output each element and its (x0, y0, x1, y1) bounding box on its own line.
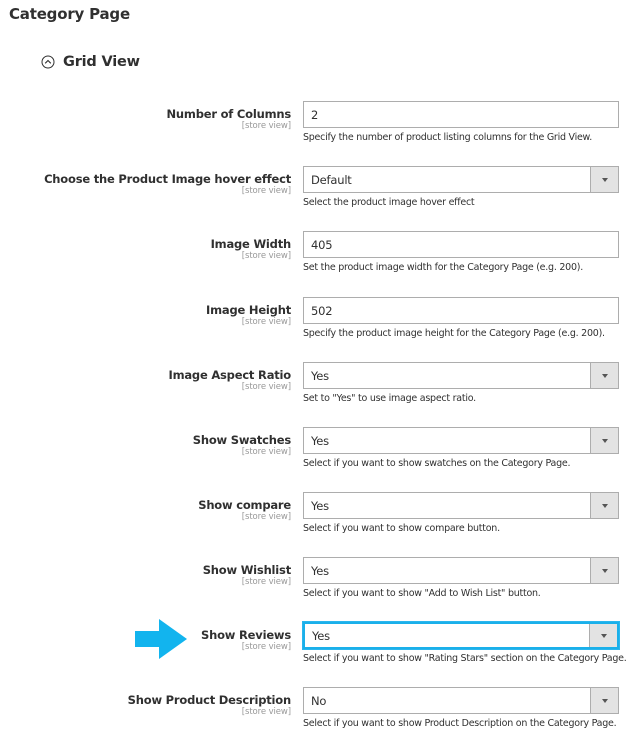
field-label: Image Width (210, 237, 292, 251)
field-label: Show compare (198, 498, 291, 512)
field-note: Select if you want to show "Add to Wish … (303, 588, 541, 599)
image-height-input[interactable]: 502 (303, 297, 619, 324)
show-compare-select[interactable]: Yes (303, 492, 619, 519)
scope-label: [store view] (241, 121, 291, 131)
field-row-number-of-columns: Number of Columns [store view] 2 Specify… (0, 101, 633, 167)
select-value: Yes (311, 498, 329, 513)
show-swatches-select[interactable]: Yes (303, 427, 619, 454)
field-label: Number of Columns (166, 107, 292, 121)
collapse-circle-up-icon (41, 55, 55, 69)
field-note: Select if you want to show swatches on t… (303, 458, 571, 469)
field-row-show-wishlist: Show Wishlist [store view] Yes Select if… (0, 557, 633, 623)
scope-label: [store view] (241, 447, 291, 457)
scope-label: [store view] (241, 512, 291, 522)
section-toggle-grid-view[interactable]: Grid View (41, 54, 140, 70)
show-product-description-select[interactable]: No (303, 687, 619, 714)
input-value: 502 (311, 303, 333, 318)
scope-label: [store view] (241, 577, 291, 587)
scope-label: [store view] (241, 317, 291, 327)
image-hover-effect-select[interactable]: Default (303, 166, 619, 193)
show-reviews-select[interactable]: Yes (303, 622, 619, 649)
field-row-show-product-description: Show Product Description [store view] No… (0, 687, 633, 753)
select-value: No (311, 693, 327, 708)
field-row-show-reviews: Show Reviews [store view] Yes Select if … (0, 622, 633, 688)
field-label: Image Aspect Ratio (168, 368, 291, 382)
chevron-down-icon[interactable] (589, 624, 617, 647)
chevron-down-icon[interactable] (590, 428, 618, 453)
field-label: Image Height (206, 303, 291, 317)
select-value: Yes (311, 563, 329, 578)
image-width-input[interactable]: 405 (303, 231, 619, 258)
image-aspect-ratio-select[interactable]: Yes (303, 362, 619, 389)
field-row-image-width: Image Width [store view] 405 Set the pro… (0, 231, 633, 297)
field-label: Choose the Product Image hover effect (44, 172, 291, 186)
pointer-arrow-icon (135, 619, 187, 659)
field-row-show-compare: Show compare [store view] Yes Select if … (0, 492, 633, 558)
number-of-columns-input[interactable]: 2 (303, 101, 619, 128)
field-row-show-swatches: Show Swatches [store view] Yes Select if… (0, 427, 633, 493)
select-value: Yes (311, 368, 329, 383)
field-note: Select if you want to show compare butto… (303, 523, 500, 534)
select-value: Yes (312, 628, 330, 643)
field-label: Show Wishlist (202, 563, 291, 577)
scope-label: [store view] (241, 707, 291, 717)
show-wishlist-select[interactable]: Yes (303, 557, 619, 584)
chevron-down-icon[interactable] (590, 167, 618, 192)
field-note: Specify the number of product listing co… (303, 132, 592, 143)
field-note: Select the product image hover effect (303, 197, 475, 208)
field-note: Set the product image width for the Cate… (303, 262, 583, 273)
scope-label: [store view] (241, 251, 291, 261)
select-value: Default (311, 172, 352, 187)
scope-label: [store view] (241, 186, 291, 196)
chevron-down-icon[interactable] (590, 363, 618, 388)
field-row-image-aspect-ratio: Image Aspect Ratio [store view] Yes Set … (0, 362, 633, 428)
chevron-down-icon[interactable] (590, 493, 618, 518)
input-value: 405 (311, 237, 333, 252)
field-label: Show Product Description (127, 693, 292, 707)
scope-label: [store view] (241, 382, 291, 392)
page-title: Category Page (9, 5, 130, 23)
chevron-down-icon[interactable] (590, 558, 618, 583)
field-note: Select if you want to show "Rating Stars… (303, 653, 627, 664)
chevron-down-icon[interactable] (590, 688, 618, 713)
select-value: Yes (311, 433, 329, 448)
field-label: Show Swatches (192, 433, 291, 447)
field-row-image-hover-effect: Choose the Product Image hover effect [s… (0, 166, 633, 232)
field-note: Select if you want to show Product Descr… (303, 718, 617, 729)
input-value: 2 (311, 107, 319, 122)
field-note: Set to "Yes" to use image aspect ratio. (303, 393, 476, 404)
field-note: Specify the product image height for the… (303, 328, 605, 339)
section-title: Grid View (63, 54, 140, 70)
field-row-image-height: Image Height [store view] 502 Specify th… (0, 297, 633, 363)
